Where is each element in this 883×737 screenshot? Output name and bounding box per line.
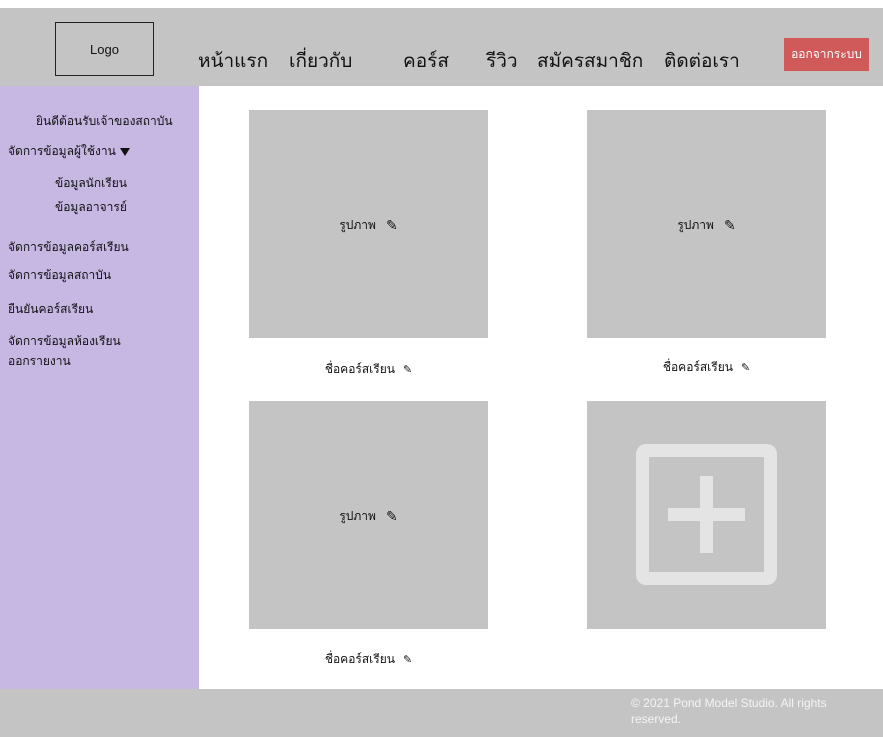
page-frame: Logo หน้าแรก เกี่ยวกับ คอร์ส รีวิว สมัคร… [0, 8, 883, 737]
sidebar-item-manage-classrooms[interactable]: จัดการข้อมูลห้องเรียน [8, 332, 121, 351]
nav-about[interactable]: เกี่ยวกับ [289, 46, 352, 76]
sidebar-item-label: จัดการข้อมูลผู้ใช้งาน [8, 144, 116, 158]
sidebar-item-confirm-courses[interactable]: ยืนยันคอร์สเรียน [8, 300, 93, 319]
course-card-image[interactable]: รูปภาพ ✎ [249, 401, 488, 629]
logout-button[interactable]: ออกจากระบบ [784, 38, 869, 71]
pencil-icon: ✎ [385, 508, 398, 525]
sidebar: ยินดีต้อนรับเจ้าของสถาบัน จัดการข้อมูลผู… [0, 86, 199, 689]
pencil-icon: ✎ [385, 217, 398, 234]
nav-home[interactable]: หน้าแรก [198, 46, 268, 76]
pencil-icon: ✎ [402, 363, 413, 376]
footer: © 2021 Pond Model Studio. All rights res… [0, 689, 883, 737]
sidebar-item-manage-institute[interactable]: จัดการข้อมูลสถาบัน [8, 266, 111, 285]
nav-register[interactable]: สมัครสมาชิก [537, 46, 643, 76]
sidebar-item-reports[interactable]: ออกรายงาน [8, 352, 71, 371]
nav-contact[interactable]: ติดต่อเรา [664, 46, 740, 76]
edit-course-name-button[interactable]: ชื่อคอร์สเรียน ✎ [249, 360, 488, 379]
image-label: รูปภาพ [339, 509, 376, 523]
image-label: รูปภาพ [339, 218, 376, 232]
nav-courses[interactable]: คอร์ส [403, 46, 449, 76]
edit-image-button[interactable]: รูปภาพ ✎ [249, 507, 488, 526]
course-name: ชื่อคอร์สเรียน [662, 360, 733, 374]
course-card-image[interactable]: รูปภาพ ✎ [587, 110, 826, 338]
edit-image-button[interactable]: รูปภาพ ✎ [587, 216, 826, 235]
edit-image-button[interactable]: รูปภาพ ✎ [249, 216, 488, 235]
plus-vertical [700, 476, 713, 553]
edit-course-name-button[interactable]: ชื่อคอร์สเรียน ✎ [249, 650, 488, 669]
course-card-image[interactable]: รูปภาพ ✎ [249, 110, 488, 338]
sidebar-item-students[interactable]: ข้อมูลนักเรียน [55, 174, 127, 193]
nav-reviews[interactable]: รีวิว [486, 46, 518, 76]
logo[interactable]: Logo [55, 22, 154, 76]
course-name: ชื่อคอร์สเรียน [324, 362, 395, 376]
pencil-icon: ✎ [402, 653, 413, 666]
sidebar-item-manage-courses[interactable]: จัดการข้อมูลคอร์สเรียน [8, 238, 129, 257]
sidebar-welcome: ยินดีต้อนรับเจ้าของสถาบัน [36, 114, 173, 128]
copyright-text: © 2021 Pond Model Studio. All rights res… [631, 696, 827, 726]
main-content: รูปภาพ ✎ ชื่อคอร์สเรียน ✎ รูปภาพ ✎ ชื่อค… [199, 86, 883, 689]
add-course-button[interactable] [587, 401, 826, 629]
image-label: รูปภาพ [677, 218, 714, 232]
caret-down-icon [119, 147, 130, 156]
sidebar-item-manage-users[interactable]: จัดการข้อมูลผู้ใช้งาน [8, 142, 130, 161]
edit-course-name-button[interactable]: ชื่อคอร์สเรียน ✎ [587, 358, 826, 377]
course-name: ชื่อคอร์สเรียน [324, 652, 395, 666]
sidebar-item-teachers[interactable]: ข้อมูลอาจารย์ [55, 198, 127, 217]
header: Logo หน้าแรก เกี่ยวกับ คอร์ส รีวิว สมัคร… [0, 8, 883, 86]
pencil-icon: ✎ [723, 217, 736, 234]
pencil-icon: ✎ [740, 361, 751, 374]
